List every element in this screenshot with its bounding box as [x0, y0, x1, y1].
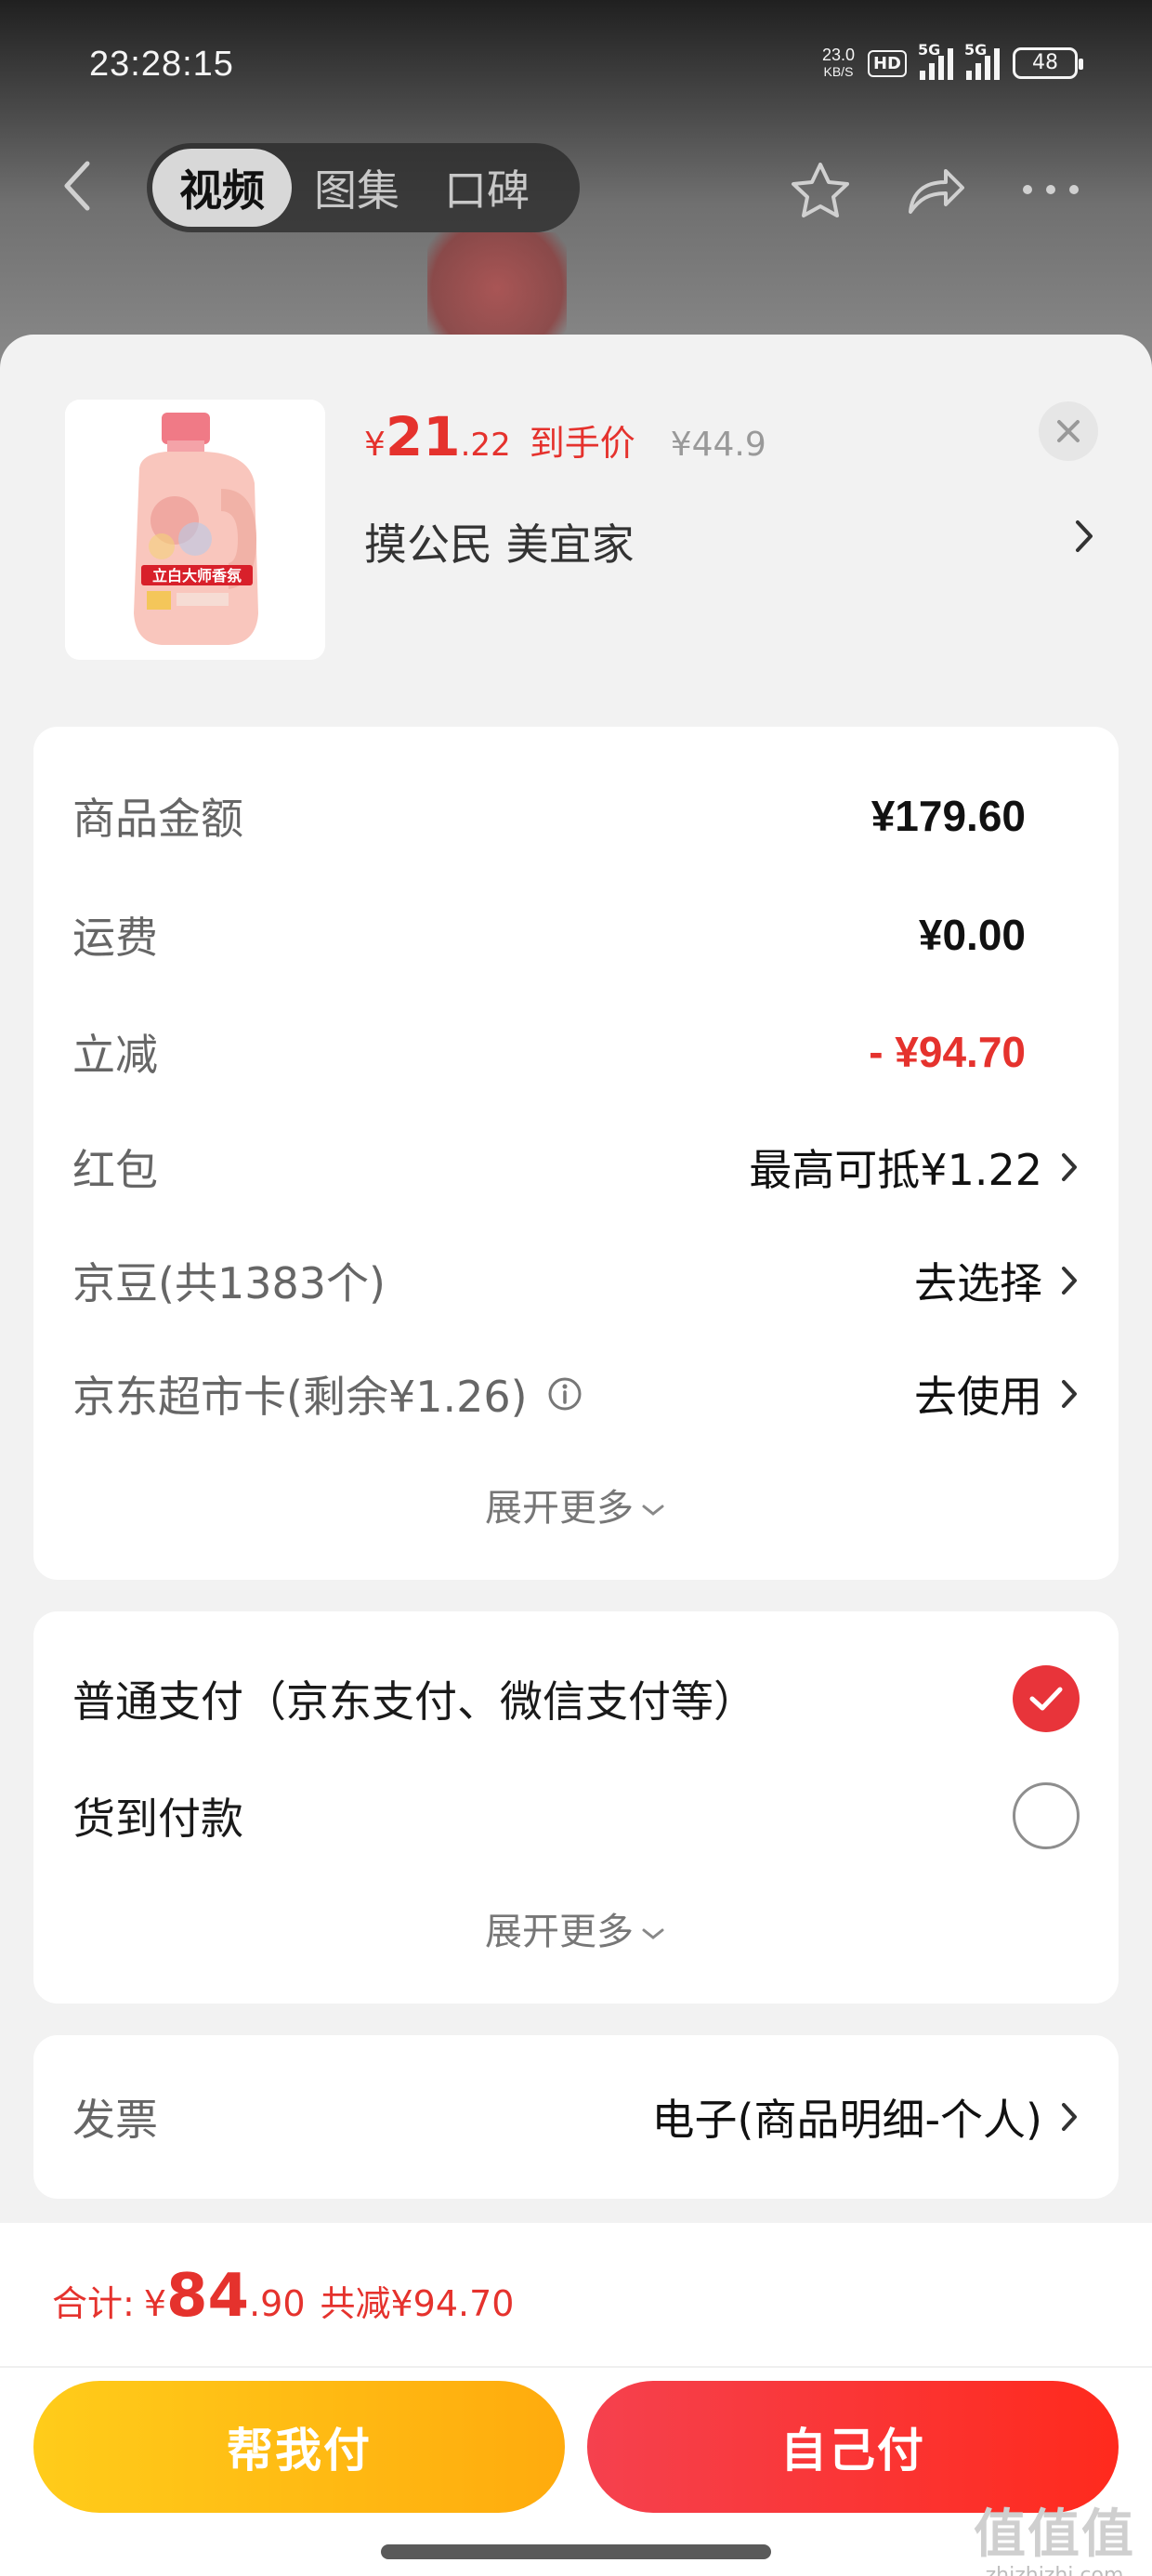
- price-decimal: .22: [460, 427, 511, 464]
- back-button[interactable]: [56, 158, 100, 214]
- share-icon: [909, 169, 964, 214]
- price-label: 到手价: [529, 423, 635, 464]
- status-indicators: 23.0 KB/S HD 5G 5G 48: [822, 41, 1083, 80]
- total-discount: 共减¥94.70: [320, 2283, 515, 2324]
- cost-row-label: 运费: [72, 913, 158, 963]
- status-bar: 23:28:15 23.0 KB/S HD 5G 5G 48: [0, 37, 1152, 102]
- invoice-value: 电子(商品明细-个人): [651, 2095, 1043, 2145]
- expand-more-costs[interactable]: 展开更多: [33, 1478, 1119, 1531]
- back-icon: [64, 161, 90, 211]
- top-nav: 视频 图集 口碑: [0, 139, 1152, 232]
- price-integer: 21: [385, 405, 461, 468]
- payment-option-label: 普通支付（京东支付、微信支付等）: [72, 1676, 756, 1727]
- payment-card: 普通支付（京东支付、微信支付等） 货到付款 展开更多: [33, 1611, 1119, 2004]
- hd-badge: HD: [867, 49, 907, 77]
- cost-row-label-wrap: 京东超市卡(剩余¥1.26): [72, 1363, 583, 1425]
- tab-gallery[interactable]: 图集: [292, 149, 422, 227]
- chevron-right-icon: [1062, 1153, 1077, 1181]
- signal-icon: 5G: [918, 41, 953, 80]
- total-label: 合计:: [52, 2283, 135, 2324]
- cost-row-shipping: 运费 ¥0.00: [72, 898, 1080, 972]
- star-icon: [792, 163, 849, 217]
- radio-unchecked[interactable]: [1013, 1782, 1080, 1849]
- total-amount: 合计: ¥ 84 .90 共减¥94.70: [52, 2262, 514, 2331]
- watermark-url: zhizhizhi.com: [985, 2564, 1124, 2576]
- hand-price: ¥ 21 .22 到手价 ¥44.9: [364, 405, 766, 468]
- close-button[interactable]: [1039, 401, 1098, 461]
- price-symbol: ¥: [364, 426, 386, 464]
- cost-row-jingdou[interactable]: 京豆(共1383个) 去选择: [72, 1243, 1080, 1318]
- radio-checked[interactable]: [1013, 1665, 1080, 1732]
- watermark: 值值值 zhizhizhi.com: [974, 2492, 1135, 2576]
- cost-row-label: 立减: [72, 1030, 158, 1080]
- media-tabs: 视频 图集 口碑: [147, 143, 580, 232]
- tab-video[interactable]: 视频: [152, 149, 292, 227]
- chevron-down-icon: [642, 1928, 664, 1939]
- invoice-value-wrap: 电子(商品明细-个人): [652, 2086, 1080, 2148]
- product-name[interactable]: 摸公民 美宜家: [364, 511, 635, 572]
- network-speed-value: 23.0: [821, 46, 855, 64]
- checkmark-icon: [1029, 1687, 1063, 1711]
- total-integer: 84: [166, 2262, 250, 2331]
- more-icon: [1023, 185, 1079, 194]
- home-indicator[interactable]: [381, 2544, 771, 2559]
- chevron-right-icon: [1062, 2103, 1077, 2131]
- signal-label-2: 5G: [964, 41, 988, 59]
- share-button[interactable]: [903, 160, 968, 219]
- payment-option-label: 货到付款: [72, 1794, 243, 1844]
- cost-card: 商品金额 ¥179.60 运费 ¥0.00 立减 - ¥94.70 红包 最高可…: [33, 727, 1119, 1580]
- signal-label: 5G: [918, 41, 941, 59]
- cost-row-label: 京东超市卡(剩余¥1.26): [72, 1372, 528, 1422]
- close-icon: [1057, 420, 1080, 442]
- product-summary: 立白大师香氛 ¥ 21 .22 到手价 ¥44.9 摸公民 美宜家: [65, 400, 1106, 660]
- network-speed-unit: KB/S: [823, 64, 854, 79]
- cost-row-value-wrap: 去选择: [914, 1250, 1080, 1311]
- cost-row-supermarket-card[interactable]: 京东超市卡(剩余¥1.26) 去使用: [72, 1357, 1080, 1431]
- cost-row-value-wrap: 最高可抵¥1.22: [749, 1137, 1080, 1198]
- bottle-brand-text: 立白大师香氛: [152, 567, 242, 585]
- cost-row-label: 京豆(共1383个): [72, 1258, 386, 1308]
- expand-more-label: 展开更多: [485, 1487, 634, 1530]
- watermark-logo: 值值值: [974, 2504, 1135, 2565]
- favorite-button[interactable]: [788, 160, 853, 219]
- more-button[interactable]: [1018, 160, 1083, 219]
- chevron-right-icon[interactable]: [1070, 515, 1098, 558]
- cost-row-value: 最高可抵¥1.22: [749, 1145, 1042, 1195]
- chevron-down-icon: [642, 1505, 664, 1516]
- cost-row-label: 商品金额: [72, 794, 243, 844]
- invoice-card[interactable]: 发票 电子(商品明细-个人): [33, 2035, 1119, 2199]
- footer-divider: [0, 2366, 1152, 2368]
- help-me-pay-button[interactable]: 帮我付: [33, 2381, 565, 2513]
- cost-row-value: - ¥94.70: [869, 1028, 1026, 1076]
- cost-row-value: 去使用: [914, 1372, 1042, 1422]
- expand-more-label: 展开更多: [485, 1911, 634, 1953]
- tab-reviews[interactable]: 口碑: [422, 149, 552, 227]
- chevron-right-icon: [1062, 1267, 1077, 1295]
- info-icon[interactable]: [546, 1375, 583, 1413]
- battery-icon: 48: [1013, 47, 1083, 79]
- expand-more-payment[interactable]: 展开更多: [33, 1901, 1119, 1955]
- status-time: 23:28:15: [89, 45, 234, 84]
- cost-row-value: ¥0.00: [918, 911, 1026, 959]
- original-price: ¥44.9: [670, 426, 766, 464]
- cost-row-value: ¥179.60: [871, 792, 1026, 840]
- detergent-bottle-image: 立白大师香氛: [65, 400, 325, 660]
- invoice-row[interactable]: 发票 电子(商品明细-个人): [72, 2080, 1080, 2154]
- cost-row-value: 去选择: [914, 1258, 1042, 1308]
- cost-row-goods: 商品金额 ¥179.60: [72, 779, 1080, 853]
- total-symbol: ¥: [143, 2283, 166, 2324]
- cost-row-label: 红包: [72, 1145, 158, 1195]
- payment-option-online[interactable]: 普通支付（京东支付、微信支付等）: [72, 1662, 1080, 1736]
- total-decimal: .90: [249, 2283, 306, 2324]
- cost-row-value-wrap: 去使用: [914, 1363, 1080, 1425]
- chevron-right-icon: [1062, 1380, 1077, 1408]
- payment-option-cod[interactable]: 货到付款: [72, 1779, 1080, 1853]
- network-speed: 23.0 KB/S: [822, 46, 855, 80]
- signal-icon-2: 5G: [964, 41, 1000, 80]
- cost-row-red-packet[interactable]: 红包 最高可抵¥1.22: [72, 1130, 1080, 1204]
- checkout-footer: 合计: ¥ 84 .90 共减¥94.70 帮我付 自己付 值值值 zhizhi…: [0, 2223, 1152, 2576]
- cost-row-discount: 立减 - ¥94.70: [72, 1015, 1080, 1089]
- invoice-label: 发票: [72, 2095, 158, 2145]
- product-thumbnail[interactable]: 立白大师香氛: [65, 400, 325, 660]
